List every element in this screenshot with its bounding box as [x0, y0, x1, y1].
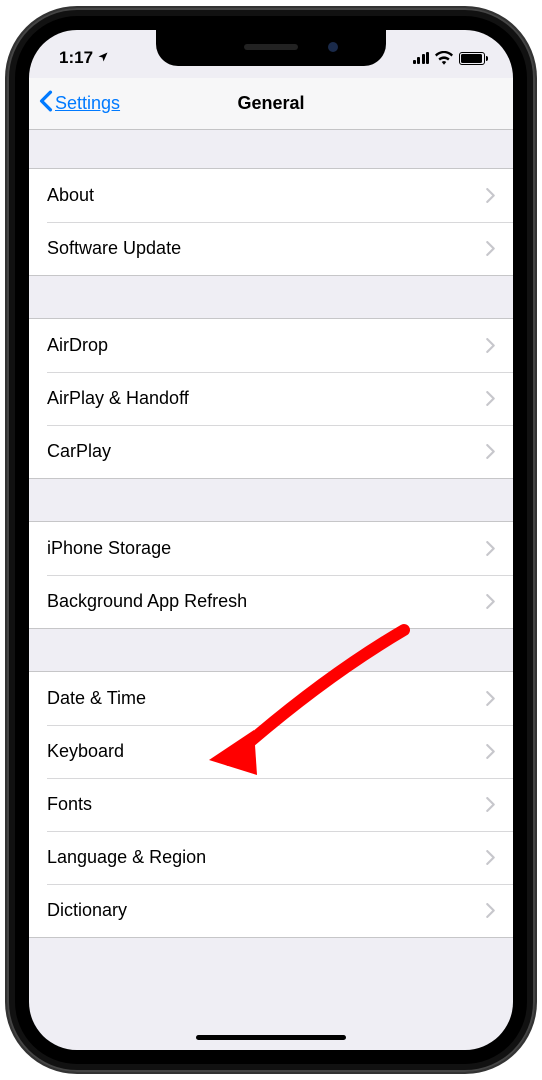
row-language-region[interactable]: Language & Region [29, 831, 513, 884]
chevron-right-icon [486, 797, 495, 812]
row-software-update[interactable]: Software Update [29, 222, 513, 275]
row-fonts[interactable]: Fonts [29, 778, 513, 831]
settings-group-1: About Software Update [29, 168, 513, 276]
back-button[interactable]: Settings [29, 90, 120, 117]
row-label: Keyboard [47, 741, 486, 762]
location-icon [97, 48, 109, 68]
wifi-icon [435, 51, 453, 65]
row-label: AirPlay & Handoff [47, 388, 486, 409]
home-indicator[interactable] [196, 1035, 346, 1040]
notch [156, 30, 386, 66]
settings-group-2: AirDrop AirPlay & Handoff CarPlay [29, 318, 513, 479]
chevron-right-icon [486, 541, 495, 556]
device-inner: 1:17 [15, 16, 527, 1064]
row-label: Software Update [47, 238, 486, 259]
status-right [413, 43, 486, 65]
row-airplay-handoff[interactable]: AirPlay & Handoff [29, 372, 513, 425]
chevron-right-icon [486, 850, 495, 865]
row-label: iPhone Storage [47, 538, 486, 559]
status-time: 1:17 [59, 48, 93, 68]
chevron-left-icon [39, 90, 53, 117]
row-label: Background App Refresh [47, 591, 486, 612]
chevron-right-icon [486, 444, 495, 459]
row-label: Fonts [47, 794, 486, 815]
row-label: CarPlay [47, 441, 486, 462]
back-label: Settings [55, 93, 120, 114]
chevron-right-icon [486, 391, 495, 406]
chevron-right-icon [486, 903, 495, 918]
row-date-time[interactable]: Date & Time [29, 672, 513, 725]
row-airdrop[interactable]: AirDrop [29, 319, 513, 372]
row-background-app-refresh[interactable]: Background App Refresh [29, 575, 513, 628]
cell-signal-icon [413, 52, 430, 64]
battery-icon [459, 52, 485, 65]
screen: 1:17 [29, 30, 513, 1050]
row-label: AirDrop [47, 335, 486, 356]
chevron-right-icon [486, 241, 495, 256]
content: About Software Update [29, 130, 513, 980]
row-label: Language & Region [47, 847, 486, 868]
row-label: Date & Time [47, 688, 486, 709]
row-dictionary[interactable]: Dictionary [29, 884, 513, 937]
chevron-right-icon [486, 691, 495, 706]
settings-group-3: iPhone Storage Background App Refresh [29, 521, 513, 629]
row-label: About [47, 185, 486, 206]
nav-bar: Settings General [29, 78, 513, 130]
row-about[interactable]: About [29, 169, 513, 222]
row-keyboard[interactable]: Keyboard [29, 725, 513, 778]
device-frame: 1:17 [7, 8, 535, 1072]
settings-group-4: Date & Time Keyboard Fonts [29, 671, 513, 938]
chevron-right-icon [486, 594, 495, 609]
chevron-right-icon [486, 338, 495, 353]
chevron-right-icon [486, 188, 495, 203]
row-carplay[interactable]: CarPlay [29, 425, 513, 478]
chevron-right-icon [486, 744, 495, 759]
row-label: Dictionary [47, 900, 486, 921]
status-left: 1:17 [59, 40, 109, 68]
row-iphone-storage[interactable]: iPhone Storage [29, 522, 513, 575]
